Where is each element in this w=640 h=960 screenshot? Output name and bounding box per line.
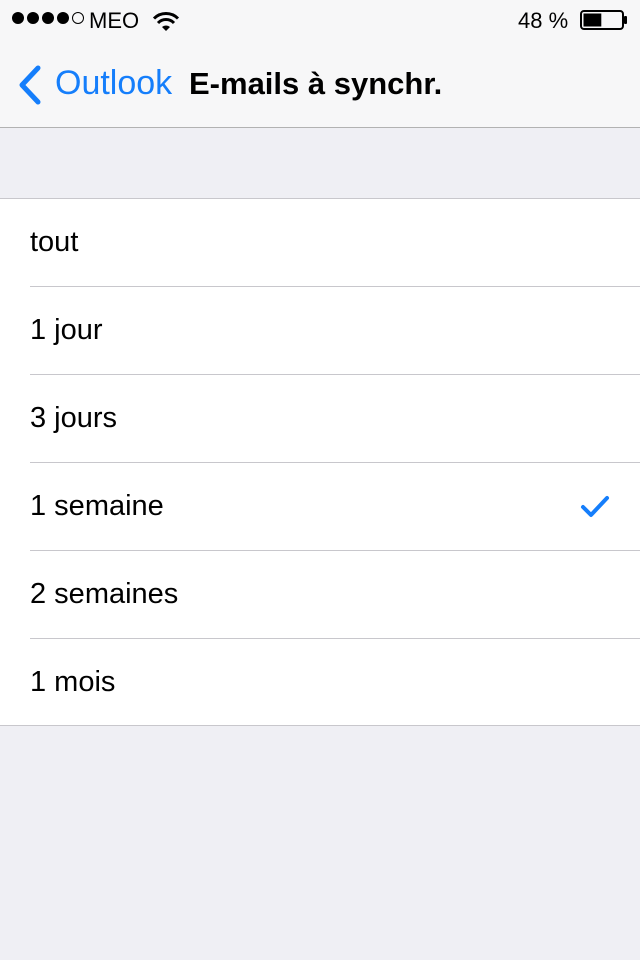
option-label: tout [30,226,79,258]
status-bar: MEO 48 % [0,0,640,40]
option-row-tout[interactable]: tout [0,199,640,287]
wifi-icon [152,12,180,31]
option-label: 1 jour [30,314,103,346]
option-row-1-semaine[interactable]: 1 semaine [0,463,640,551]
chevron-left-icon[interactable] [16,65,44,105]
battery-icon [580,10,627,30]
signal-dot [42,12,54,24]
option-row-1-jour[interactable]: 1 jour [0,287,640,375]
option-label: 3 jours [30,402,118,434]
signal-dot [57,12,69,24]
signal-dot [12,12,24,24]
battery-percentage: 48 % [518,8,569,33]
option-row-2-semaines[interactable]: 2 semaines [0,551,640,639]
sync-options-list: tout 1 jour 3 jours 1 semaine 2 semaines… [0,198,640,726]
back-button[interactable]: Outlook [55,64,172,103]
top-bar: MEO 48 % Outlook E-mails à synchr. [0,0,640,128]
navigation-bar: Outlook E-mails à synchr. [0,40,640,128]
option-label: 2 semaines [30,578,179,610]
option-row-1-mois[interactable]: 1 mois [0,639,640,727]
page-title: E-mails à synchr. [189,66,443,101]
option-label: 1 semaine [30,490,164,522]
signal-dot [72,12,84,24]
signal-strength-icon [12,12,84,24]
carrier-name: MEO [89,8,140,33]
signal-dot [27,12,39,24]
checkmark-icon [581,496,609,517]
option-label: 1 mois [30,666,116,698]
option-row-3-jours[interactable]: 3 jours [0,375,640,463]
